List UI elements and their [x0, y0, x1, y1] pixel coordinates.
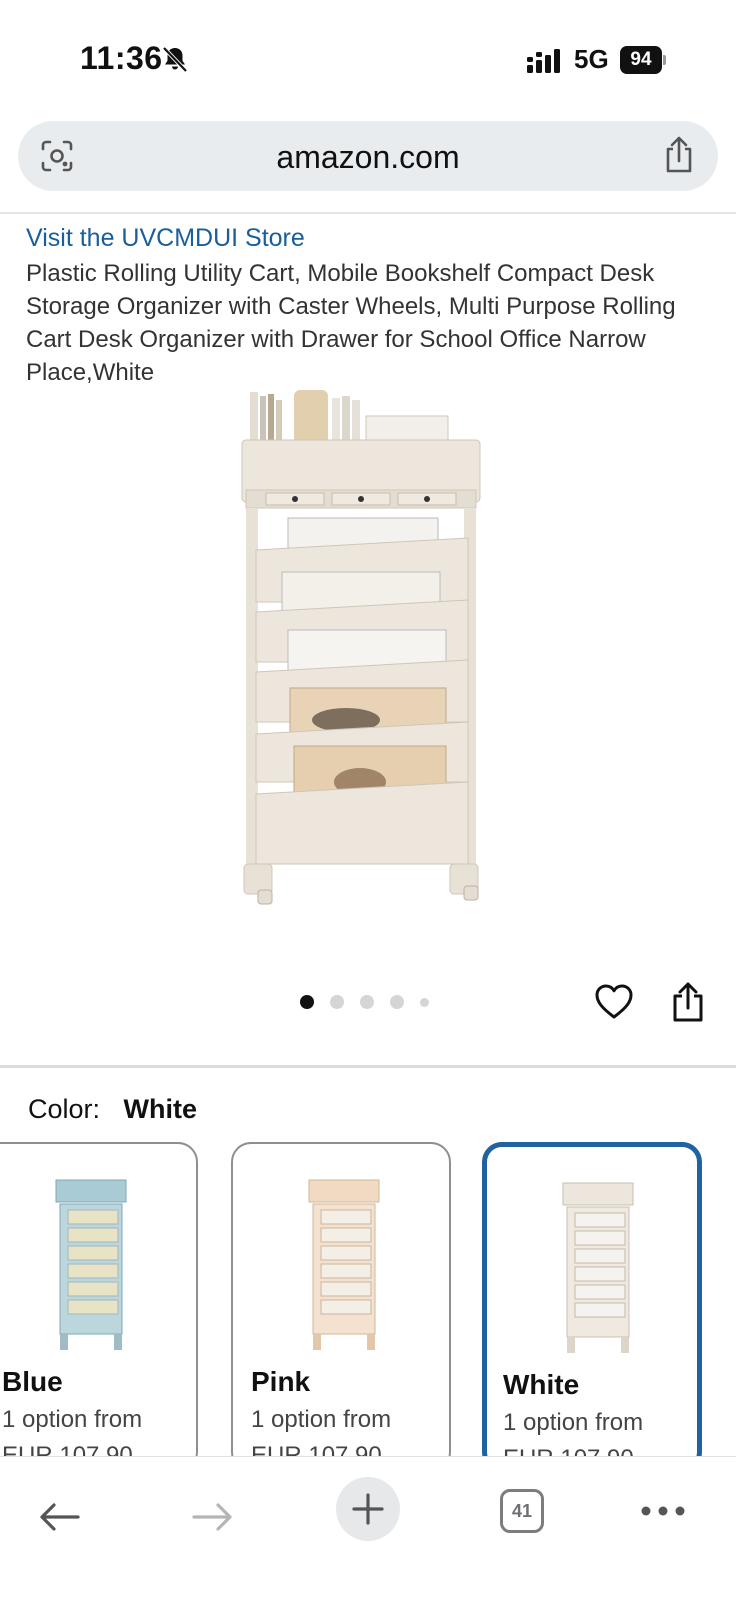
color-option-blue[interactable]: Blue 1 option from EUR 107.90: [0, 1142, 198, 1472]
status-time: 11:36: [80, 40, 163, 76]
carousel-dot-active[interactable]: [300, 995, 314, 1009]
product-image[interactable]: [236, 390, 496, 930]
color-option-image: [308, 1179, 380, 1350]
bell-muted-icon: [162, 46, 188, 73]
color-option-image: [562, 1182, 634, 1353]
battery-icon: 94: [620, 46, 666, 74]
battery-level: 94: [620, 46, 662, 74]
section-divider: [0, 1065, 736, 1068]
back-arrow-icon[interactable]: [36, 1497, 82, 1537]
share-icon[interactable]: [670, 980, 706, 1024]
color-option-name: Pink: [251, 1366, 311, 1397]
color-option-image: [55, 1179, 127, 1350]
color-option-availability: 1 option from: [251, 1406, 392, 1433]
network-type: 5G: [574, 44, 609, 74]
color-option-white[interactable]: White 1 option from EUR 107.90: [482, 1142, 702, 1472]
divider: [0, 212, 736, 214]
color-selector-label: Color: White: [28, 1094, 197, 1125]
more-options-icon[interactable]: [640, 1505, 686, 1517]
color-option-name: White: [503, 1369, 580, 1400]
url-text: amazon.com: [276, 139, 460, 175]
color-option-availability: 1 option from: [503, 1409, 644, 1436]
share-icon[interactable]: [662, 135, 696, 175]
carousel-dot[interactable]: [390, 995, 404, 1009]
product-title: Plastic Rolling Utility Cart, Mobile Boo…: [26, 260, 676, 386]
color-option-name: Blue: [2, 1366, 63, 1397]
heart-icon[interactable]: [594, 982, 634, 1022]
browser-toolbar: 41: [0, 1456, 736, 1600]
color-option-availability: 1 option from: [2, 1406, 143, 1433]
address-bar[interactable]: amazon.com: [18, 121, 718, 191]
store-link[interactable]: Visit the UVCMDUI Store: [26, 224, 305, 253]
color-label: Color:: [28, 1094, 101, 1124]
new-tab-button[interactable]: [336, 1477, 400, 1541]
carousel-dot[interactable]: [330, 995, 344, 1009]
status-bar: 11:36 5G 94: [0, 0, 736, 110]
tab-switcher-button[interactable]: 41: [500, 1489, 544, 1533]
image-carousel-dots[interactable]: [300, 994, 445, 1010]
carousel-dot[interactable]: [420, 997, 429, 1007]
color-option-pink[interactable]: Pink 1 option from EUR 107.90: [231, 1142, 451, 1472]
color-selected-value: White: [123, 1094, 198, 1124]
cellular-signal-icon: [527, 49, 560, 73]
forward-arrow-icon[interactable]: [190, 1497, 236, 1537]
plus-icon: [352, 1493, 384, 1525]
carousel-dot[interactable]: [360, 995, 374, 1009]
